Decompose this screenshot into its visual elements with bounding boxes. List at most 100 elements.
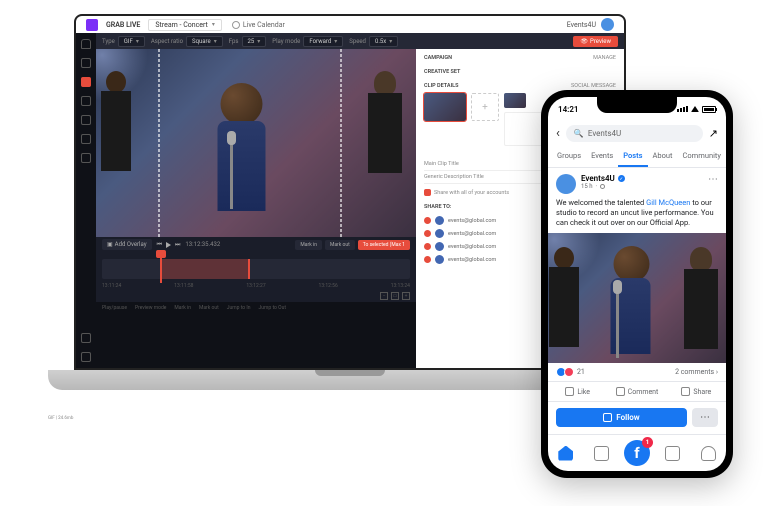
post: Events4U ✓ 15 h· ⋯ We welcomed the talen…: [548, 168, 726, 233]
nav-notifications[interactable]: [690, 440, 726, 466]
sidebar-stack-icon[interactable]: [81, 134, 91, 144]
nav-home[interactable]: [548, 440, 584, 466]
home-icon: [558, 446, 573, 461]
mark-out-button[interactable]: Mark out: [325, 240, 355, 250]
nav-watch[interactable]: [584, 440, 620, 466]
timecode: 13:12:35.432: [185, 241, 220, 248]
add-clip-button[interactable]: +: [471, 93, 499, 121]
sidebar-library-icon[interactable]: [81, 58, 91, 68]
clip-details-heading: CLIP DETAILS: [424, 83, 458, 89]
share-icon[interactable]: ↗: [709, 127, 718, 140]
to-selected-button[interactable]: To selected (Max 1: [358, 240, 410, 250]
page-avatar[interactable]: [556, 174, 576, 194]
check-icon: [424, 217, 431, 224]
sidebar-heart-icon[interactable]: [81, 333, 91, 343]
tab-community[interactable]: Community: [678, 146, 726, 167]
clip-thumbnail[interactable]: [424, 93, 466, 121]
signal-icon: [677, 106, 688, 112]
zoom-out-button[interactable]: −: [380, 292, 388, 300]
message-thumbnail[interactable]: [504, 93, 526, 108]
page-name[interactable]: Events4U: [581, 174, 615, 183]
comment-button[interactable]: Comment: [607, 382, 666, 401]
skip-forward-icon[interactable]: ⏭: [175, 241, 180, 249]
phone-screen: 14:21 ‹ 🔍 Events4U ↗ Groups Events Posts…: [548, 97, 726, 471]
page-tabs: Groups Events Posts About Community: [548, 146, 726, 168]
follow-row: Follow ⋯: [548, 402, 726, 433]
timeline-track[interactable]: [102, 259, 410, 279]
more-button[interactable]: ⋯: [692, 408, 718, 427]
crop-guide-left[interactable]: [158, 49, 160, 237]
share-button[interactable]: Share: [667, 382, 726, 401]
search-icon: 🔍: [574, 129, 584, 138]
crop-guide-right[interactable]: [340, 49, 342, 237]
aspect-ratio-select[interactable]: Square▾: [186, 36, 223, 47]
back-icon[interactable]: ‹: [556, 126, 560, 141]
nav-facebook[interactable]: f: [619, 440, 655, 466]
share-all-label: Share with all of your accounts: [434, 190, 509, 196]
manage-link[interactable]: MANAGE: [593, 55, 616, 61]
status-time: 14:21: [558, 105, 578, 114]
social-message-heading: SOCIAL MESSAGE: [571, 83, 616, 89]
type-label: Type: [102, 38, 115, 45]
stream-selector-value: Stream - Concert: [155, 21, 207, 29]
search-input[interactable]: 🔍 Events4U: [566, 125, 703, 142]
wifi-icon: [691, 106, 699, 112]
comments-count[interactable]: 2 comments ›: [675, 368, 718, 376]
tab-posts[interactable]: Posts: [618, 146, 647, 167]
plus-icon: ▣: [107, 241, 113, 248]
user-menu[interactable]: Events4U: [567, 18, 614, 31]
tab-groups[interactable]: Groups: [552, 146, 586, 167]
live-calendar-label: Live Calendar: [243, 21, 285, 29]
timeline-cursor[interactable]: [160, 255, 162, 283]
eye-icon: 👁: [580, 38, 588, 45]
mention-link[interactable]: Gill McQueen: [646, 198, 690, 207]
app-logo[interactable]: [86, 19, 98, 31]
fps-select[interactable]: 25▾: [242, 36, 267, 47]
sidebar-analytics-icon[interactable]: [81, 153, 91, 163]
grab-live-label[interactable]: GRAB LIVE: [106, 21, 140, 29]
like-button[interactable]: Like: [548, 382, 607, 401]
calendar-icon: [232, 21, 240, 29]
speed-select[interactable]: 0.5x▾: [369, 36, 398, 47]
share-toggle-icon[interactable]: [424, 189, 431, 196]
sidebar-home-icon[interactable]: [81, 39, 91, 49]
love-reaction-icon: [564, 367, 574, 377]
zoom-fit-button[interactable]: ▭: [391, 292, 399, 300]
sidebar-headphones-icon[interactable]: [81, 352, 91, 362]
reactions-bar[interactable]: 21 2 comments ›: [548, 363, 726, 381]
mark-in-button[interactable]: Mark in: [295, 240, 322, 250]
battery-icon: [702, 106, 716, 113]
stream-selector[interactable]: Stream - Concert ▾: [148, 19, 221, 31]
post-image[interactable]: [548, 233, 726, 363]
timeline-selection[interactable]: [160, 259, 250, 279]
sidebar-share-icon[interactable]: [81, 115, 91, 125]
tab-about[interactable]: About: [648, 146, 678, 167]
campaign-heading: CAMPAIGN: [424, 55, 452, 61]
follow-button[interactable]: Follow: [556, 408, 687, 427]
play-icon[interactable]: [166, 242, 171, 248]
skip-back-icon[interactable]: ⏮: [157, 241, 162, 249]
sidebar-clip-icon[interactable]: [81, 77, 91, 87]
add-overlay-button[interactable]: ▣ Add Overlay: [102, 239, 152, 250]
zoom-in-button[interactable]: +: [402, 292, 410, 300]
facebook-icon: [435, 216, 444, 225]
reaction-count: 21: [577, 368, 585, 376]
post-timestamp: 15 h: [581, 183, 593, 190]
check-icon: [424, 256, 431, 263]
sidebar-scissors-icon[interactable]: [81, 96, 91, 106]
chevron-down-icon: ▾: [212, 21, 215, 28]
user-avatar: [601, 18, 614, 31]
app-topbar: GRAB LIVE Stream - Concert ▾ Live Calend…: [76, 16, 624, 33]
playmode-select[interactable]: Forward▾: [303, 36, 343, 47]
post-menu-icon[interactable]: ⋯: [708, 174, 718, 185]
nav-pages[interactable]: [655, 440, 691, 466]
timeline-ticks: 13:11:24 13:11:58 13:12:27 13:12:56 13:1…: [102, 283, 410, 289]
live-calendar-button[interactable]: Live Calendar: [232, 21, 285, 29]
type-select[interactable]: GIF▾: [118, 36, 145, 47]
preview-button[interactable]: 👁 Preview: [573, 36, 618, 47]
tab-events[interactable]: Events: [586, 146, 618, 167]
timeline[interactable]: 13:11:24 13:11:58 13:12:27 13:12:56 13:1…: [96, 252, 416, 302]
video-preview[interactable]: [96, 49, 416, 237]
verified-badge-icon: ✓: [618, 175, 625, 182]
export-toolbar: Type GIF▾ Aspect ratio Square▾ Fps 25▾ P…: [96, 33, 624, 49]
